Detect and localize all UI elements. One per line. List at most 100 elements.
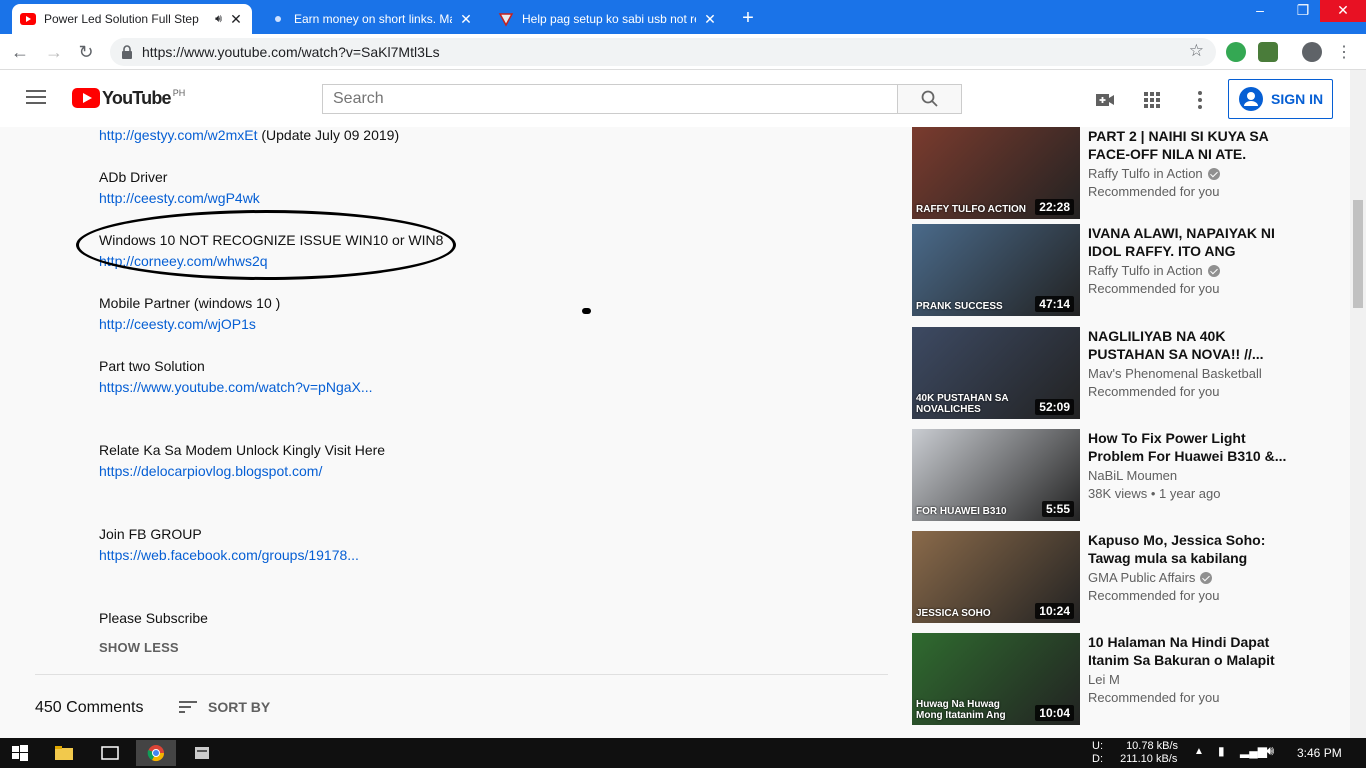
video-duration: 10:04 [1035, 705, 1074, 721]
thumbnail-caption: 40K PUSTAHAN SA NOVALICHES [916, 393, 1009, 415]
recommended-video[interactable]: JESSICA SOHO 10:24 Kapuso Mo, Jessica Soho… [912, 531, 1332, 623]
new-tab-button[interactable]: + [736, 7, 760, 31]
tray-chevron-icon[interactable]: ▲ [1194, 746, 1204, 757]
page-scrollbar[interactable] [1350, 70, 1366, 738]
url-text: https://www.youtube.com/watch?v=SaKl7Mtl… [142, 44, 440, 60]
search-icon [921, 90, 938, 107]
description-link[interactable]: http://ceesty.com/wjOP1s [99, 316, 256, 332]
close-window-button[interactable]: ✕ [1320, 0, 1366, 22]
video-duration: 47:14 [1035, 296, 1074, 312]
annotation-dot [582, 308, 591, 314]
close-tab-icon[interactable]: ✕ [458, 11, 474, 28]
extension-icon[interactable] [1258, 42, 1278, 62]
recommended-video[interactable]: FOR HUAWEI B310 5:55 How To Fix Power Ligh… [912, 429, 1332, 521]
sort-icon [179, 701, 197, 713]
comments-count: 450 Comments [35, 699, 144, 716]
description-text: (Update July 09 2019) [257, 127, 400, 143]
app-icon[interactable] [182, 740, 222, 766]
video-meta: Recommended for you [1088, 184, 1220, 199]
bookmark-star-icon[interactable]: ☆ [1189, 41, 1204, 61]
video-thumbnail[interactable]: JESSICA SOHO 10:24 [912, 531, 1080, 623]
create-video-icon[interactable] [1093, 88, 1117, 112]
video-title[interactable]: 10 Halaman Na Hindi Dapat Itanim Sa Baku… [1088, 633, 1293, 669]
windows-start-icon[interactable] [0, 740, 40, 766]
maximize-button[interactable]: ❐ [1283, 0, 1323, 22]
net-up-value: 10.78 kB/s [1126, 740, 1179, 752]
address-bar[interactable]: https://www.youtube.com/watch?v=SaKl7Mtl… [110, 38, 1216, 66]
video-thumbnail[interactable]: FOR HUAWEI B310 5:55 [912, 429, 1080, 521]
windows-taskbar: U: 10.78 kB/s D: 211.10 kB/s ▲ ▮ ▂▄▆ 🔊︎ … [0, 738, 1366, 768]
browser-tab-2[interactable]: Earn money on short links. Make ✕ [262, 4, 482, 34]
chrome-icon[interactable] [136, 740, 176, 766]
search-input[interactable] [323, 85, 897, 113]
video-thumbnail[interactable]: 40K PUSTAHAN SA NOVALICHES 52:09 [912, 327, 1080, 419]
video-meta: Recommended for you [1088, 690, 1220, 705]
recommended-video[interactable]: PRANK SUCCESS 47:14 IVANA ALAWI, NAPAIYAK … [912, 224, 1332, 316]
extension-icon[interactable] [1226, 42, 1246, 62]
video-meta: Recommended for you [1088, 281, 1220, 296]
video-title[interactable]: How To Fix Power Light Problem For Huawe… [1088, 429, 1293, 465]
recommended-video[interactable]: 40K PUSTAHAN SA NOVALICHES 52:09 NAGLILIYA… [912, 327, 1332, 419]
video-thumbnail[interactable]: PRANK SUCCESS 47:14 [912, 224, 1080, 316]
description-link[interactable]: https://www.youtube.com/watch?v=pNgaX... [99, 379, 373, 395]
sort-by-button[interactable]: SORT BY [178, 699, 270, 715]
video-title[interactable]: NAGLILIYAB NA 40K PUSTAHAN SA NOVA!! //.… [1088, 327, 1293, 363]
volume-icon[interactable]: 🔊︎ [1266, 743, 1274, 759]
back-arrow-icon[interactable]: ← [8, 40, 32, 64]
close-tab-icon[interactable]: ✕ [702, 11, 718, 28]
video-title[interactable]: Kapuso Mo, Jessica Soho: Tawag mula sa k… [1088, 531, 1293, 567]
tab-title: Earn money on short links. Make [294, 12, 452, 26]
description-link[interactable]: http://gestyy.com/w2mxEt [99, 127, 257, 143]
apps-grid-icon[interactable] [1140, 88, 1164, 112]
channel-name[interactable]: Raffy Tulfo in Action [1088, 166, 1203, 181]
recommended-video[interactable]: Huwag Na Huwag Mong Itatanim Ang 10:04 10 … [912, 633, 1332, 725]
sign-in-label: SIGN IN [1271, 91, 1324, 107]
reload-icon[interactable]: ↻ [74, 40, 98, 64]
annotation-ellipse [76, 210, 456, 280]
youtube-play-icon [72, 88, 100, 108]
channel-row: Lei M [1088, 672, 1120, 687]
country-code: PH [172, 88, 186, 98]
video-duration: 5:55 [1041, 501, 1074, 517]
signal-icon[interactable]: ▂▄▆ [1240, 744, 1267, 758]
lock-icon [120, 44, 136, 60]
sort-by-label: SORT BY [208, 699, 271, 715]
show-less-button[interactable]: SHOW LESS [99, 640, 179, 655]
profile-icon[interactable] [1302, 42, 1322, 62]
browser-toolbar: ← → ↻ https://www.youtube.com/watch?v=Sa… [0, 34, 1366, 70]
channel-name[interactable]: Mav's Phenomenal Basketball [1088, 366, 1262, 381]
description-link[interactable]: https://web.facebook.com/groups/19178... [99, 547, 359, 563]
file-explorer-icon[interactable] [44, 740, 84, 766]
settings-kebab-icon[interactable] [1188, 88, 1212, 112]
browser-tab-active[interactable]: Power Led Solution Full Step 🔊︎ ✕ [12, 4, 252, 34]
thumbnail-caption: RAFFY TULFO ACTION [916, 204, 1026, 215]
video-thumbnail[interactable]: RAFFY TULFO ACTION 22:28 [912, 127, 1080, 219]
video-title[interactable]: PART 2 | NAIHI SI KUYA SA FACE-OFF NILA … [1088, 127, 1293, 163]
sign-in-button[interactable]: SIGN IN [1228, 79, 1333, 119]
description-text: Join FB GROUP [99, 526, 202, 542]
minimize-button[interactable]: – [1240, 0, 1280, 22]
menu-kebab-icon[interactable]: ⋮ [1336, 42, 1352, 62]
scrollbar-thumb[interactable] [1353, 200, 1363, 308]
recommended-video[interactable]: RAFFY TULFO ACTION 22:28 PART 2 | NAIHI SI… [912, 127, 1332, 219]
channel-name[interactable]: NaBiL Moumen [1088, 468, 1177, 483]
channel-name[interactable]: GMA Public Affairs [1088, 570, 1195, 585]
taskview-icon[interactable] [90, 740, 130, 766]
search-button[interactable] [897, 84, 962, 114]
channel-name[interactable]: Lei M [1088, 672, 1120, 687]
description-link[interactable]: https://delocarpiovlog.blogspot.com/ [99, 463, 322, 479]
video-thumbnail[interactable]: Huwag Na Huwag Mong Itatanim Ang 10:04 [912, 633, 1080, 725]
close-tab-icon[interactable]: ✕ [228, 11, 244, 28]
thumbnail-caption: PRANK SUCCESS [916, 301, 1003, 312]
video-title[interactable]: IVANA ALAWI, NAPAIYAK NI IDOL RAFFY. ITO… [1088, 224, 1293, 260]
channel-name[interactable]: Raffy Tulfo in Action [1088, 263, 1203, 278]
hamburger-menu-icon[interactable] [26, 90, 46, 104]
battery-icon[interactable]: ▮ [1218, 744, 1225, 758]
video-duration: 10:24 [1035, 603, 1074, 619]
speaker-icon[interactable]: 🔊︎ [215, 13, 222, 26]
description-link[interactable]: http://ceesty.com/wgP4wk [99, 190, 260, 206]
browser-tab-3[interactable]: Help pag setup ko sabi usb not re ✕ [490, 4, 726, 34]
youtube-logo[interactable]: YouTube PH [72, 88, 185, 109]
taskbar-clock[interactable]: 3:46 PM [1297, 746, 1342, 760]
forward-arrow-icon[interactable]: → [42, 40, 66, 64]
